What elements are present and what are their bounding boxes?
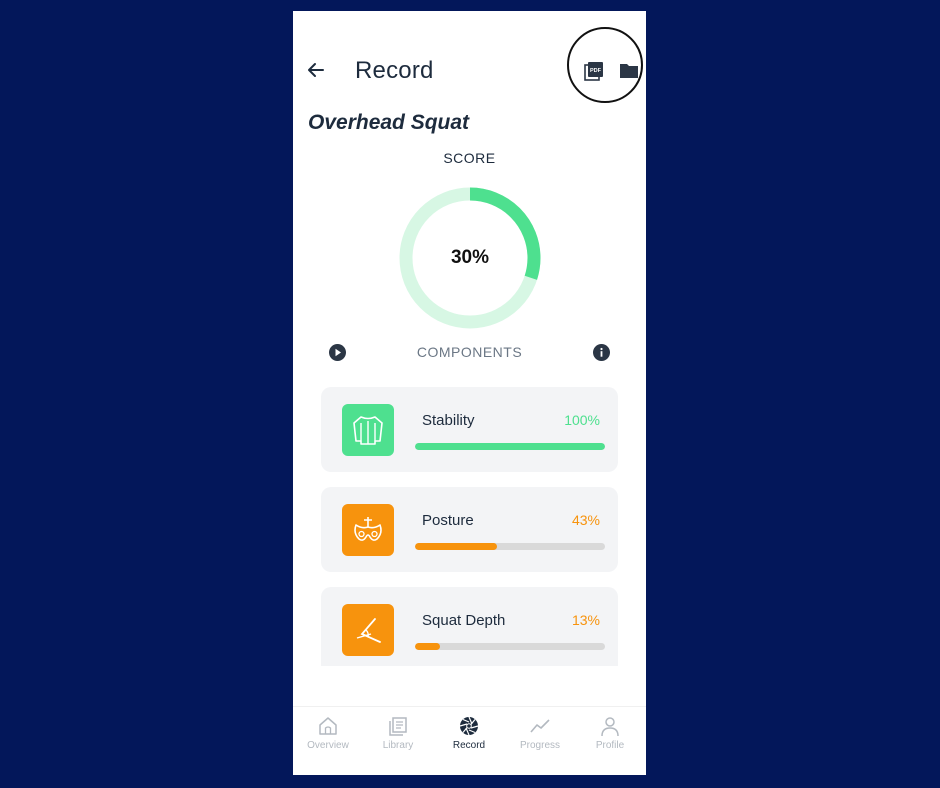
component-icon-box (342, 504, 394, 556)
nav-label: Progress (519, 740, 560, 751)
home-icon (319, 717, 337, 735)
nav-item-progress[interactable]: Progress (505, 715, 575, 751)
header: Record PDF (293, 11, 646, 111)
page-title: Record (355, 57, 434, 84)
component-icon-box (342, 604, 394, 656)
component-progress-bar (415, 643, 605, 650)
score-value: 30% (450, 247, 490, 268)
nav-label: Record (452, 740, 486, 751)
nav-label: Library (382, 740, 414, 751)
torso-icon (353, 416, 383, 445)
components-header: COMPONENTS (293, 341, 646, 365)
phone-screen: Record PDF Overhead Squat SCORE 30% COMP… (293, 11, 646, 775)
component-percent: 13% (571, 612, 600, 628)
bottom-nav: Overview Library Record Progress Profile (293, 706, 646, 775)
component-progress-bar (415, 443, 605, 450)
component-name: Posture (422, 512, 474, 529)
arrow-left-icon[interactable] (305, 59, 327, 81)
trend-icon (530, 719, 550, 733)
nav-item-record[interactable]: Record (434, 715, 504, 751)
component-card-stability[interactable]: Stability 100% (321, 387, 618, 472)
pdf-export-icon[interactable]: PDF (584, 61, 604, 81)
component-icon-box (342, 404, 394, 456)
component-card-posture[interactable]: Posture 43% (321, 487, 618, 572)
camera-aperture-icon (459, 716, 479, 736)
component-percent: 100% (564, 412, 600, 428)
nav-item-library[interactable]: Library (363, 715, 433, 751)
nav-label: Overview (307, 740, 349, 751)
folder-icon[interactable] (618, 61, 640, 81)
component-progress-fill (415, 643, 440, 650)
component-card-squat-depth[interactable]: Squat Depth 13% (321, 587, 618, 666)
nav-item-profile[interactable]: Profile (575, 715, 645, 751)
exercise-name: Overhead Squat (308, 111, 470, 134)
component-name: Stability (422, 412, 475, 429)
component-progress-fill (415, 443, 605, 450)
nav-item-overview[interactable]: Overview (293, 715, 363, 751)
person-icon (601, 717, 619, 737)
score-label: SCORE (443, 150, 496, 166)
component-name: Squat Depth (422, 612, 506, 629)
component-percent: 43% (571, 512, 600, 528)
component-progress-bar (415, 543, 605, 550)
info-icon[interactable] (593, 344, 610, 361)
knee-angle-icon (356, 618, 381, 643)
nav-label: Profile (595, 740, 625, 751)
pdf-badge-text: PDF (590, 68, 602, 74)
library-icon (389, 717, 407, 736)
pelvis-icon (354, 517, 382, 541)
component-progress-fill (415, 543, 497, 550)
